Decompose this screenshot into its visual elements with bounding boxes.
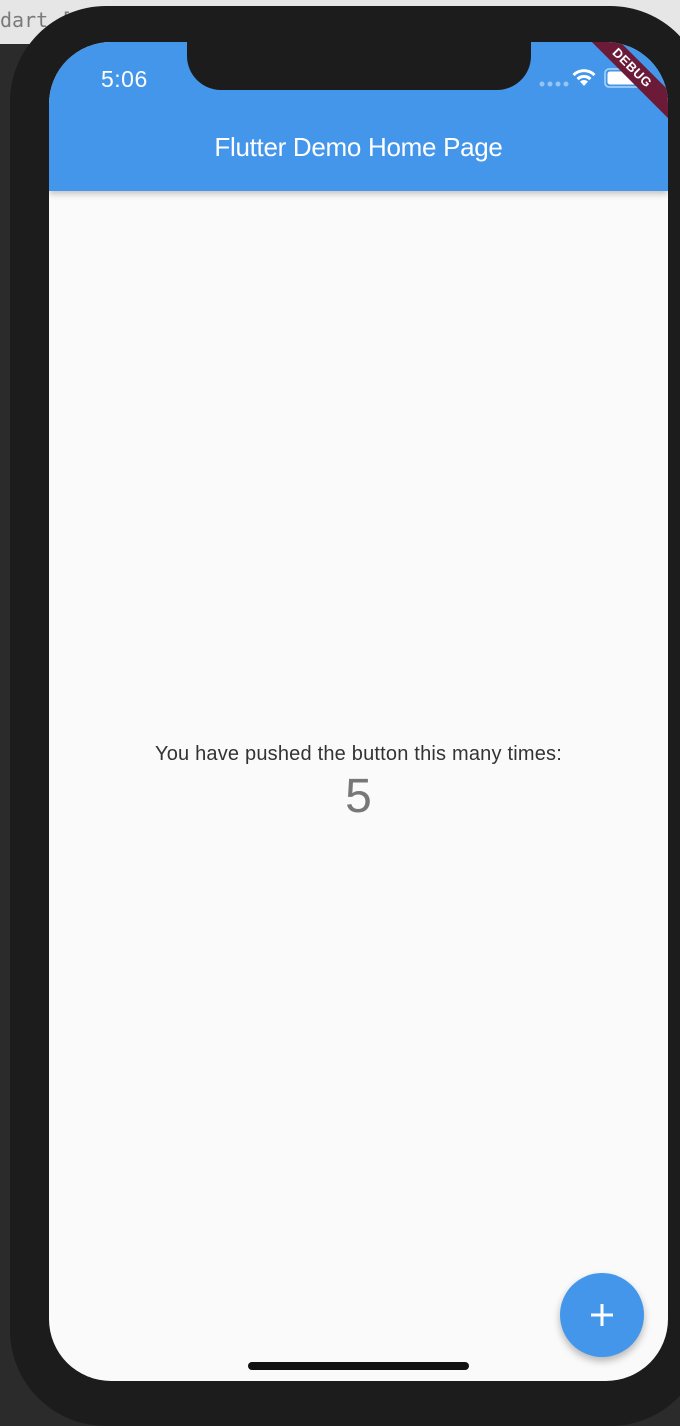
wifi-icon <box>572 69 596 86</box>
device-notch <box>187 42 531 90</box>
counter-caption: You have pushed the button this many tim… <box>154 743 562 765</box>
status-time: 5:06 <box>101 66 148 92</box>
increment-fab-button[interactable] <box>560 1273 644 1357</box>
home-body: You have pushed the button this many tim… <box>49 191 668 1381</box>
plus-icon <box>591 1304 613 1326</box>
device-frame: 5:06 Flutter Demo Home Page DEBUG You ha… <box>10 6 680 1426</box>
home-indicator[interactable] <box>248 1362 469 1370</box>
app-bar-title: Flutter Demo Home Page <box>214 132 503 162</box>
counter-value: 5 <box>345 770 372 823</box>
device-screen: 5:06 Flutter Demo Home Page DEBUG You ha… <box>49 42 668 1381</box>
cellular-signal-icon <box>539 81 569 87</box>
